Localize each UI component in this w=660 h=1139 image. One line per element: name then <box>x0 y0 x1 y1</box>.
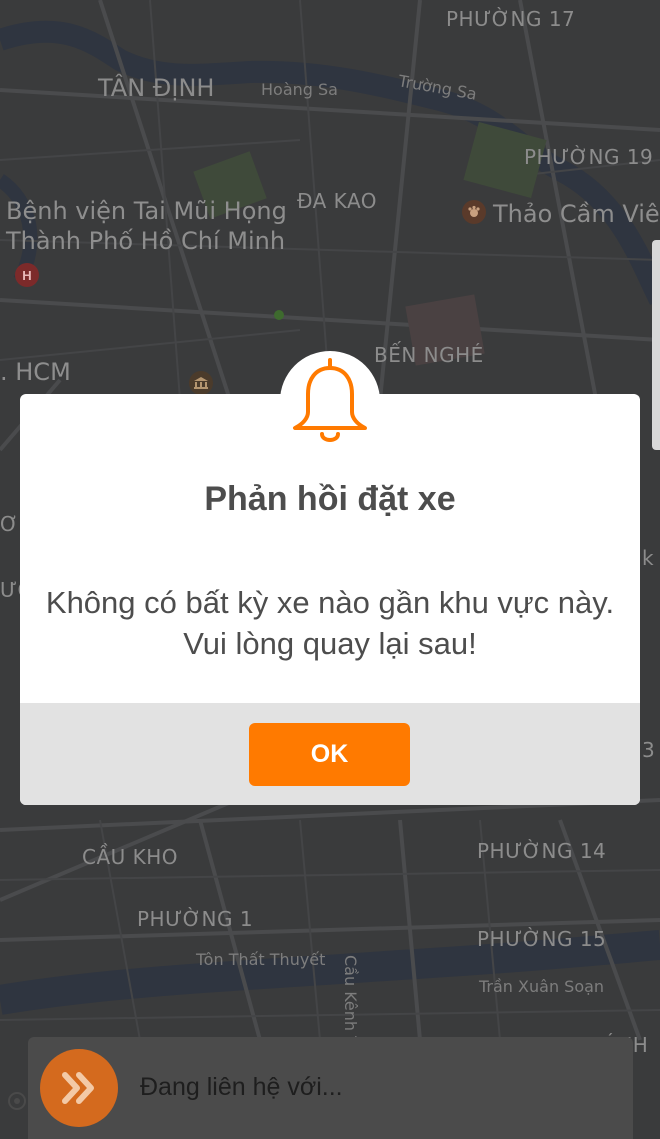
dialog-footer: OK <box>20 703 640 805</box>
map-label-tran-xuan-soan: Trần Xuân Soạn <box>479 977 605 996</box>
booking-response-dialog: Phản hồi đặt xe Không có bất kỳ xe nào g… <box>20 394 640 805</box>
map-label-hospital-line-1: Bệnh viện Tai Mũi Họng <box>6 197 287 225</box>
hospital-pin-icon[interactable]: H <box>15 263 39 287</box>
map-label-hoang-sa: Hoàng Sa <box>261 80 338 99</box>
status-text: Đang liên hệ với... <box>140 1073 343 1101</box>
ok-button[interactable]: OK <box>249 723 410 786</box>
map-label-edge-right: k <box>642 546 655 570</box>
map-label-hcm: . HCM <box>0 358 71 386</box>
map-label-phuong-14: PHƯỜNG 14 <box>477 839 607 863</box>
map-label-da-kao: ĐA KAO <box>297 189 378 213</box>
map-label-hospital-line-2: Thành Phố Hồ Chí Minh <box>6 227 286 255</box>
contacting-status-card[interactable]: Đang liên hệ với... <box>28 1037 633 1139</box>
park-dot-icon <box>274 310 284 320</box>
dialog-message: Không có bất kỳ xe nào gần khu vực này. … <box>45 585 615 661</box>
map-label-phuong-17: PHƯỜNG 17 <box>446 7 576 31</box>
map-label-phuong-1: PHƯỜNG 1 <box>137 907 254 931</box>
my-location-icon[interactable] <box>6 1090 28 1112</box>
map-label-edge-right-2: 3 <box>642 738 656 762</box>
map-label-tan-dinh: TÂN ĐỊNH <box>98 74 215 102</box>
double-chevron-right-icon <box>40 1049 118 1127</box>
side-drawer-handle[interactable] <box>652 240 660 450</box>
map-label-thao-cam-vien: Thảo Cầm Viên <box>493 200 660 228</box>
dialog-icon-badge <box>280 351 380 451</box>
map-label-phuong-15: PHƯỜNG 15 <box>477 927 607 951</box>
map-label-ben-nghe: BẾN NGHÉ <box>374 343 484 367</box>
map-label-phuong-19: PHƯỜNG 19 <box>524 145 654 169</box>
map-label-cau-kho: CẦU KHO <box>82 845 179 869</box>
zoo-pin-icon[interactable] <box>462 200 486 224</box>
bell-icon <box>293 358 367 442</box>
dialog-title: Phản hồi đặt xe <box>204 480 456 518</box>
map-label-ton-that-thuyet: Tôn Thất Thuyết <box>196 950 326 969</box>
government-pin-icon[interactable] <box>189 371 213 395</box>
